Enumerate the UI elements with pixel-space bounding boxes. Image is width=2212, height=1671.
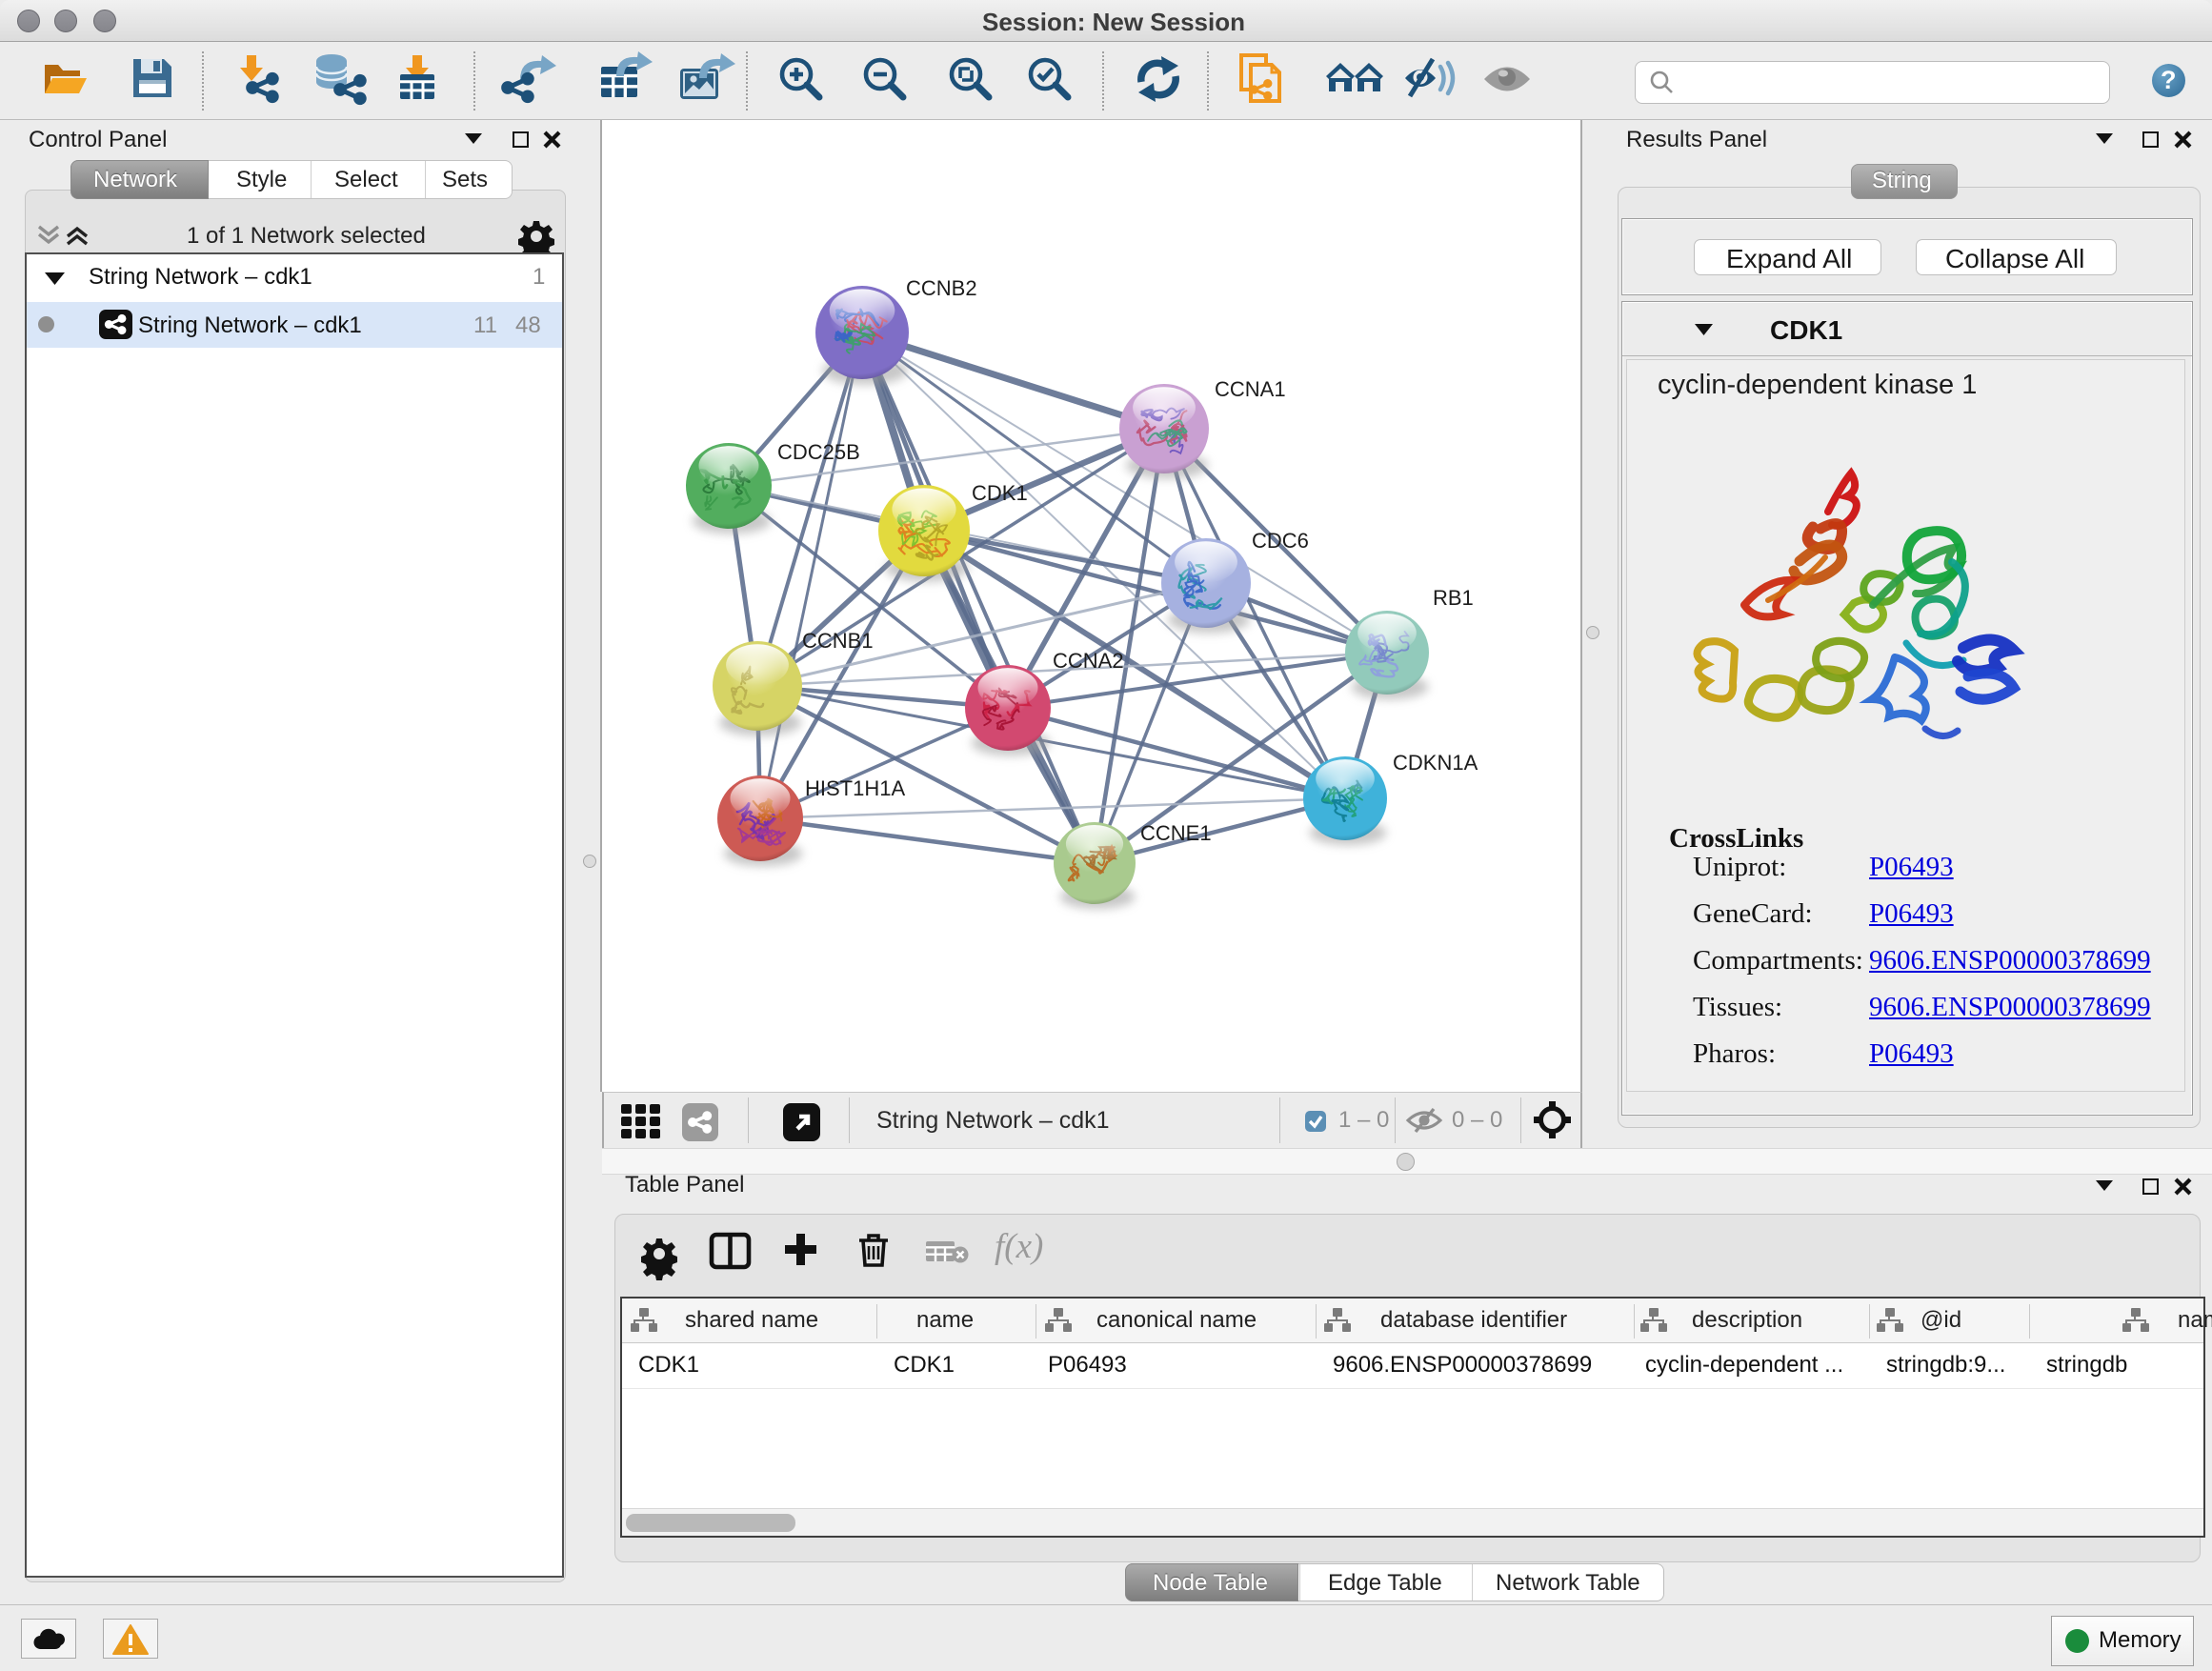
svg-text:CCNB2: CCNB2 [906,276,977,300]
svg-text:CCNA2: CCNA2 [1053,649,1124,673]
svg-text:HIST1H1A: HIST1H1A [805,776,905,800]
svg-text:CCNB1: CCNB1 [802,629,874,653]
svg-text:CCNA1: CCNA1 [1215,377,1286,401]
svg-text:CDC25B: CDC25B [777,440,860,464]
svg-text:CCNE1: CCNE1 [1140,821,1212,845]
svg-text:CDK1: CDK1 [972,481,1028,505]
svg-text:CDC6: CDC6 [1252,529,1309,553]
svg-text:RB1: RB1 [1433,586,1474,610]
svg-text:CDKN1A: CDKN1A [1393,751,1478,775]
